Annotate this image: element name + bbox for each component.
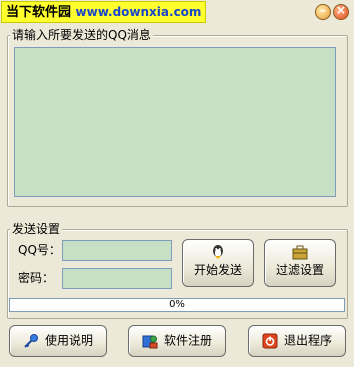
- help-button[interactable]: 使用说明: [9, 325, 107, 357]
- help-label: 使用说明: [44, 333, 93, 348]
- close-button[interactable]: ×: [333, 3, 349, 20]
- start-send-label: 开始发送: [193, 263, 242, 277]
- key-icon: [24, 333, 38, 348]
- title-logo: 当下软件园 www.downxia.com: [1, 1, 207, 23]
- qq-penguin-icon: [213, 245, 223, 259]
- power-icon: [262, 333, 278, 348]
- progress-bar: 0%: [9, 298, 345, 312]
- title-url: www.downxia.com: [75, 5, 202, 19]
- title-bar: 当下软件园 www.downxia.com – ×: [0, 0, 354, 24]
- password-input[interactable]: [62, 268, 172, 289]
- toolbox-icon: [292, 245, 308, 260]
- send-settings-label: 发送设置: [10, 222, 63, 236]
- register-label: 软件注册: [163, 333, 212, 348]
- qq-number-label: QQ号：: [18, 243, 61, 257]
- exit-button[interactable]: 退出程序: [248, 325, 346, 357]
- message-textarea[interactable]: [14, 47, 336, 197]
- start-send-button[interactable]: 开始发送: [182, 239, 254, 287]
- close-icon: ×: [335, 3, 347, 17]
- message-group-label: 请输入所要发送的QQ消息: [10, 28, 153, 42]
- qq-number-input[interactable]: [62, 240, 172, 261]
- minimize-button[interactable]: –: [315, 3, 331, 20]
- register-button[interactable]: 软件注册: [128, 325, 226, 357]
- filter-settings-button[interactable]: 过滤设置: [264, 239, 336, 287]
- minimize-icon: –: [320, 3, 326, 17]
- password-label: 密码：: [18, 271, 55, 285]
- app-title: 当下软件园: [6, 5, 72, 20]
- progress-text: 0%: [169, 299, 185, 310]
- register-icon: [142, 335, 158, 348]
- exit-label: 退出程序: [283, 333, 332, 348]
- filter-settings-label: 过滤设置: [275, 263, 324, 277]
